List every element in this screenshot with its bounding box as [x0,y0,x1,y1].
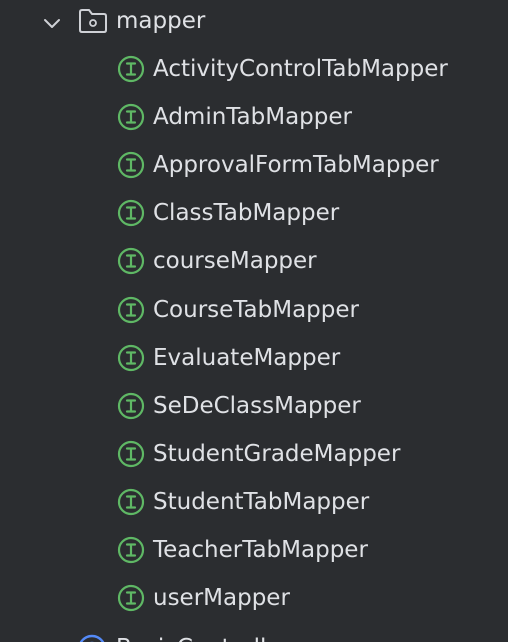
tree-folder-mapper[interactable]: mapper [0,0,508,48]
interface-icon [117,488,145,515]
tree-item-label: ApprovalFormTabMapper [153,152,439,179]
project-tree: mapper ActivityControlTabMapper AdminTabM… [0,0,508,642]
interface-icon [117,248,145,275]
tree-folder-label: mapper [116,8,206,34]
tree-item[interactable]: StudentGradeMapper [0,430,508,478]
tree-item[interactable]: AdminTabMapper [0,93,508,141]
tree-item[interactable]: courseMapper [0,237,508,285]
tree-item-basic-controller[interactable]: BasicController [0,624,508,642]
interface-icon [117,392,145,419]
chevron-down-icon[interactable] [40,12,64,36]
tree-item-label: SeDeClassMapper [153,392,361,419]
interface-icon [117,296,145,323]
tree-item-label: CourseTabMapper [153,296,359,323]
tree-item[interactable]: StudentTabMapper [0,478,508,526]
interface-icon [117,200,145,227]
tree-item[interactable]: SeDeClassMapper [0,382,508,430]
interface-icon [117,152,145,179]
tree-item[interactable]: userMapper [0,574,508,622]
tree-item[interactable]: ClassTabMapper [0,189,508,237]
tree-item-label: userMapper [153,585,290,612]
tree-item-label: courseMapper [153,248,317,275]
tree-item-label: ClassTabMapper [153,200,340,227]
tree-item-label: StudentGradeMapper [153,440,401,467]
folder-icon [79,9,107,33]
tree-item-label: StudentTabMapper [153,488,370,515]
interface-icon [117,55,145,83]
interface-icon [117,103,145,131]
tree-item-label: TeacherTabMapper [153,537,368,563]
tree-item[interactable]: EvaluateMapper [0,334,508,382]
tree-item[interactable]: ApprovalFormTabMapper [0,141,508,189]
class-icon [79,634,105,642]
tree-item[interactable]: CourseTabMapper [0,286,508,334]
interface-icon [117,584,145,612]
tree-item[interactable]: ActivityControlTabMapper [0,45,508,93]
tree-item-label: AdminTabMapper [153,104,352,131]
interface-icon [117,344,145,371]
tree-item-label: EvaluateMapper [153,344,341,371]
interface-icon [117,440,145,467]
tree-item[interactable]: TeacherTabMapper [0,526,508,574]
tree-item-label: BasicController [116,632,290,642]
tree-item-label: ActivityControlTabMapper [153,56,448,82]
interface-icon [117,536,145,564]
